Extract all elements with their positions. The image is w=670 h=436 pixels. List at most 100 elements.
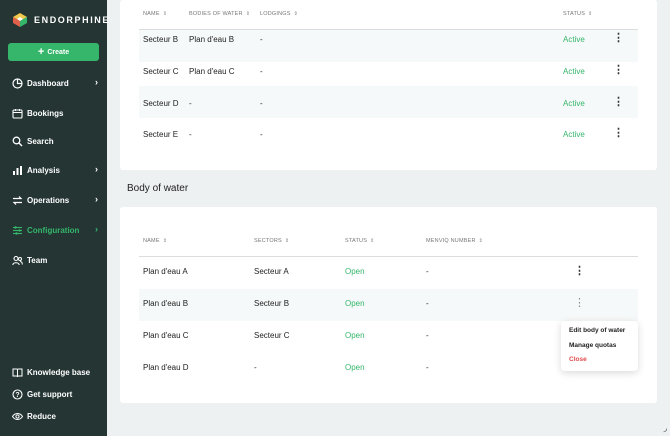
- plus-icon: +: [37, 45, 45, 58]
- brand-logo[interactable]: ENDORPHINE: [12, 12, 110, 28]
- cell-sector: Secteur B: [254, 299, 290, 308]
- sidebar-item-label: Dashboard: [27, 78, 69, 88]
- cell-sector: Secteur C: [254, 331, 290, 340]
- kebab-menu-icon[interactable]: ⋮: [613, 65, 624, 76]
- col-header-label: MENVIQ NUMBER: [426, 238, 476, 244]
- menu-item-close[interactable]: Close: [569, 356, 587, 363]
- cell-water: Plan d'eau B: [189, 35, 235, 44]
- table-row[interactable]: Plan d'eau A Secteur A Open - ⋮: [139, 257, 638, 289]
- sort-icon: ⇕: [293, 11, 299, 17]
- sidebar-item-get-support[interactable]: ? Get support: [12, 387, 100, 401]
- sidebar-item-label: Get support: [27, 389, 73, 399]
- sort-icon: ⇕: [370, 238, 375, 244]
- cell-menviq: -: [426, 363, 429, 372]
- brand-mark-icon: [12, 12, 28, 28]
- chevron-right-icon: ›: [95, 77, 98, 87]
- col-header-label: STATUS: [345, 238, 368, 244]
- help-icon: ?: [12, 388, 23, 400]
- sidebar-item-team[interactable]: Team: [12, 253, 100, 267]
- cell-water: -: [189, 99, 192, 108]
- col-header-label: SECTORS: [254, 238, 282, 244]
- bar-chart-icon: [12, 165, 23, 176]
- sort-icon: ⇕: [162, 11, 168, 17]
- cell-menviq: -: [426, 331, 429, 340]
- row-actions-menu: Edit body of water Manage quotas Close: [561, 321, 638, 371]
- table-row[interactable]: Secteur D - - Active ⋮: [139, 86, 638, 118]
- table-row[interactable]: Secteur B Plan d'eau B - Active ⋮: [139, 30, 638, 62]
- cell-menviq: -: [426, 267, 429, 276]
- sidebar-item-dashboard[interactable]: Dashboard ›: [12, 76, 100, 90]
- cell-lodgings: -: [260, 130, 263, 139]
- create-button-label: Create: [47, 48, 70, 56]
- cell-name: Secteur C: [143, 67, 179, 76]
- sidebar-item-reduce[interactable]: Reduce: [12, 409, 100, 423]
- table-row[interactable]: Secteur E - - Active ⋮: [139, 118, 638, 150]
- sliders-icon: [12, 225, 23, 236]
- cell-water: Plan d'eau C: [189, 67, 235, 76]
- col-header-label: STATUS: [563, 11, 586, 17]
- sidebar-item-search[interactable]: Search: [12, 134, 100, 148]
- sidebar-item-label: Operations: [27, 195, 70, 205]
- sidebar-item-operations[interactable]: Operations ›: [12, 193, 100, 207]
- status-badge: Open: [345, 331, 365, 340]
- status-badge: Active: [563, 67, 585, 76]
- col-header-label: NAME: [143, 11, 160, 17]
- col-header-status[interactable]: STATUS ⇕: [563, 11, 592, 17]
- kebab-menu-icon[interactable]: ⋮: [613, 128, 624, 139]
- col-header-name[interactable]: NAME ⇕: [143, 11, 167, 17]
- sidebar-item-label: Analysis: [27, 165, 60, 175]
- col-header-status[interactable]: STATUS ⇕: [345, 238, 374, 244]
- kebab-menu-icon[interactable]: ⋮: [574, 266, 585, 277]
- col-header-lodgings[interactable]: LODGINGS ⇕: [260, 11, 298, 17]
- cell-sector: -: [254, 363, 257, 372]
- col-header-label: NAME: [143, 238, 160, 244]
- table-row[interactable]: Plan d'eau B Secteur B Open - ⋮: [139, 289, 638, 321]
- sidebar-item-label: Team: [27, 255, 48, 265]
- sidebar-item-label: Reduce: [27, 411, 56, 421]
- cell-name: Plan d'eau B: [143, 299, 189, 308]
- sidebar-item-bookings[interactable]: Bookings: [12, 106, 100, 120]
- cell-name: Secteur B: [143, 35, 179, 44]
- chevron-right-icon: ›: [95, 164, 98, 174]
- svg-text:?: ?: [15, 392, 19, 399]
- kebab-menu-icon[interactable]: ⋮: [574, 298, 585, 309]
- sort-icon: ⇕: [162, 238, 168, 244]
- cell-name: Plan d'eau A: [143, 267, 188, 276]
- cell-name: Plan d'eau C: [143, 331, 189, 340]
- chevron-right-icon: ›: [95, 194, 98, 204]
- sort-icon: ⇕: [478, 238, 484, 244]
- menu-item-manage-quotas[interactable]: Manage quotas: [569, 342, 616, 349]
- kebab-menu-icon[interactable]: ⋮: [613, 97, 624, 108]
- col-header-menviq-number[interactable]: MENVIQ NUMBER ⇕: [426, 238, 483, 244]
- sort-icon: ⇕: [588, 11, 593, 17]
- status-badge: Active: [563, 130, 585, 139]
- status-badge: Open: [345, 267, 365, 276]
- status-badge: Open: [345, 363, 365, 372]
- resize-handle-icon[interactable]: ◞: [664, 423, 668, 434]
- create-button[interactable]: + Create: [8, 43, 99, 61]
- sidebar-item-knowledge-base[interactable]: Knowledge base: [12, 365, 100, 379]
- sidebar-item-label: Search: [27, 136, 54, 146]
- arrows-icon: [12, 195, 23, 206]
- sort-icon: ⇕: [245, 11, 251, 17]
- sidebar-item-label: Knowledge base: [27, 367, 91, 377]
- sidebar-item-label: Bookings: [27, 108, 64, 118]
- cell-name: Secteur E: [143, 130, 179, 139]
- sidebar-item-analysis[interactable]: Analysis ›: [12, 163, 100, 177]
- sidebar-item-configuration[interactable]: Configuration ›: [12, 223, 100, 237]
- col-header-sectors[interactable]: SECTORS ⇕: [254, 238, 289, 244]
- status-badge: Open: [345, 299, 365, 308]
- book-icon: [12, 367, 23, 378]
- sort-icon: ⇕: [284, 238, 290, 244]
- chevron-right-icon: ›: [95, 224, 98, 234]
- menu-item-edit-body-of-water[interactable]: Edit body of water: [569, 327, 625, 334]
- eye-icon: [12, 411, 23, 422]
- sidebar: ENDORPHINE + Create Dashboard › Bookings…: [0, 0, 110, 436]
- col-header-name[interactable]: NAME ⇕: [143, 238, 167, 244]
- cell-lodgings: -: [260, 99, 263, 108]
- calendar-icon: [12, 108, 23, 119]
- search-icon: [12, 136, 23, 147]
- sidebar-item-label: Configuration: [27, 225, 80, 235]
- kebab-menu-icon[interactable]: ⋮: [613, 33, 624, 44]
- col-header-bodies-of-water[interactable]: BODIES OF WATER ⇕: [189, 11, 250, 17]
